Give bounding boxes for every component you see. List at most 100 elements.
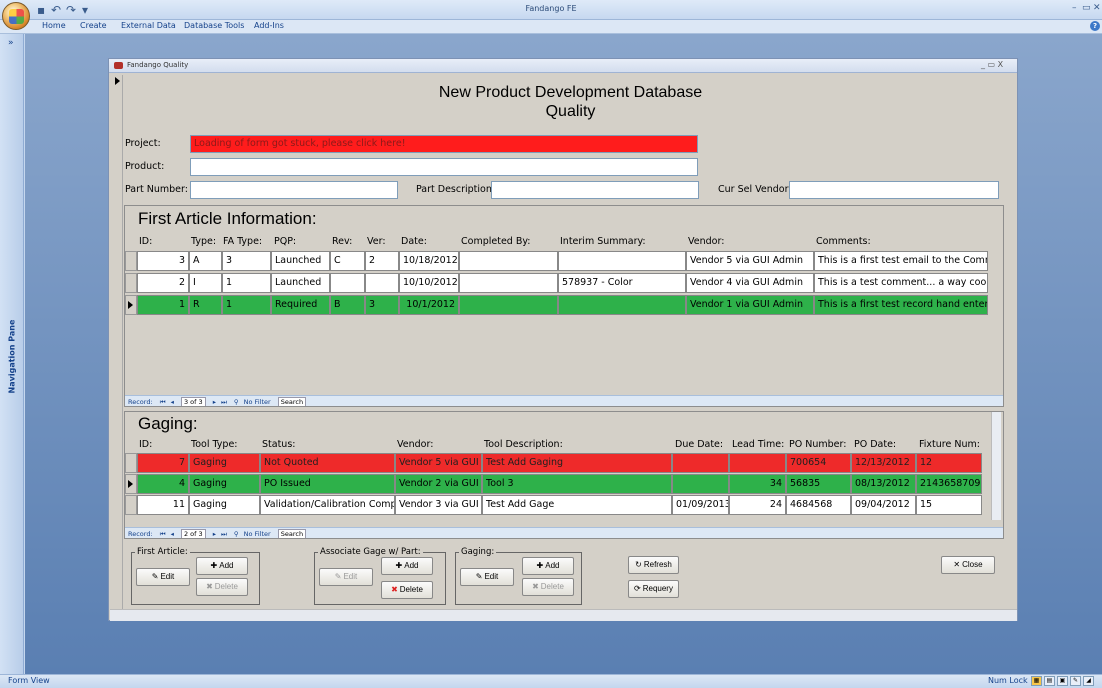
gaging-edit-button[interactable]: ✎ Edit <box>460 568 514 586</box>
record-position[interactable]: 3 of 3 <box>180 397 206 406</box>
assoc-delete-button[interactable]: ✖ Delete <box>381 581 433 599</box>
part-description-field[interactable] <box>491 181 699 199</box>
fa-cell-date[interactable]: 10/1/2012 <box>399 295 459 315</box>
filter-icon[interactable]: ⚲ <box>234 398 239 406</box>
fa-cell-fa-type[interactable]: 3 <box>222 251 271 271</box>
gaging-scrollbar[interactable] <box>991 412 1001 520</box>
fa-cell-date[interactable]: 10/10/2012 <box>399 273 459 293</box>
form-horizontal-scrollbar[interactable] <box>110 609 1017 621</box>
product-field[interactable] <box>190 158 698 176</box>
close-button[interactable]: ✕ Close <box>941 556 995 574</box>
fa-add-button[interactable]: ✚ Add <box>196 557 248 575</box>
g-cell-fixture[interactable]: 2143658709 <box>916 474 982 494</box>
fa-cell-completed-by[interactable] <box>459 273 558 293</box>
fa-cell-ver[interactable] <box>365 273 399 293</box>
fa-cell-id[interactable]: 2 <box>137 273 189 293</box>
part-number-field[interactable] <box>190 181 398 199</box>
g-cell-vendor[interactable]: Vendor 5 via GUI Admin <box>395 453 482 473</box>
fa-cell-comments[interactable]: This is a first test record hand entere <box>814 295 988 315</box>
prev-record-icon[interactable]: ◂ <box>171 530 174 538</box>
g-cell-due-date[interactable] <box>672 474 729 494</box>
g-cell-id[interactable]: 11 <box>137 495 189 515</box>
fa-cell-id[interactable]: 1 <box>137 295 189 315</box>
fa-cell-completed-by[interactable] <box>459 295 558 315</box>
gaging-add-button[interactable]: ✚ Add <box>522 557 574 575</box>
office-button[interactable] <box>2 2 30 30</box>
g-cell-description[interactable]: Test Add Gage <box>482 495 672 515</box>
table-row[interactable]: 1 R 1 Required B 3 10/1/2012 Vendor 1 vi… <box>125 295 990 315</box>
expand-nav-icon[interactable]: » <box>8 38 14 48</box>
table-row[interactable]: 7 Gaging Not Quoted Vendor 5 via GUI Adm… <box>125 453 983 473</box>
fa-cell-type[interactable]: I <box>189 273 222 293</box>
row-selector[interactable] <box>125 273 137 293</box>
tab-add-ins[interactable]: Add-Ins <box>254 21 284 30</box>
last-record-icon[interactable]: ⏭ <box>221 398 227 406</box>
g-cell-vendor[interactable]: Vendor 2 via GUI Admin <box>395 474 482 494</box>
g-cell-po-date[interactable]: 09/04/2012 <box>851 495 916 515</box>
row-selector[interactable] <box>125 251 137 271</box>
fa-cell-type[interactable]: A <box>189 251 222 271</box>
fa-cell-type[interactable]: R <box>189 295 222 315</box>
row-selector[interactable] <box>125 495 137 515</box>
record-selector[interactable] <box>113 75 123 609</box>
fa-cell-pqp[interactable]: Required <box>271 295 330 315</box>
fa-cell-vendor[interactable]: Vendor 1 via GUI Admin <box>686 295 814 315</box>
g-cell-due-date[interactable] <box>672 453 729 473</box>
cur-sel-vendor-field[interactable] <box>789 181 999 199</box>
row-selector[interactable] <box>125 453 137 473</box>
tab-home[interactable]: Home <box>42 21 66 30</box>
filter-status[interactable]: No Filter <box>244 530 271 538</box>
datasheet-view-icon[interactable]: ▤ <box>1044 676 1055 686</box>
g-cell-po-number[interactable]: 56835 <box>786 474 851 494</box>
g-cell-description[interactable]: Tool 3 <box>482 474 672 494</box>
fa-cell-rev[interactable] <box>330 273 365 293</box>
tab-create[interactable]: Create <box>80 21 107 30</box>
g-cell-status[interactable]: PO Issued <box>260 474 395 494</box>
fa-cell-fa-type[interactable]: 1 <box>222 273 271 293</box>
fa-cell-interim[interactable] <box>558 295 686 315</box>
row-selector[interactable] <box>125 295 137 315</box>
record-position[interactable]: 2 of 3 <box>180 529 206 538</box>
fa-cell-rev[interactable]: B <box>330 295 365 315</box>
restore-icon[interactable]: ▭ <box>1082 3 1091 13</box>
filter-icon[interactable]: ⚲ <box>234 530 239 538</box>
prev-record-icon[interactable]: ◂ <box>171 398 174 406</box>
form-window-controls[interactable]: _ ▭ X <box>981 60 1003 69</box>
resize-grip-icon[interactable]: ◢ <box>1083 676 1094 686</box>
next-record-icon[interactable]: ▸ <box>213 530 216 538</box>
g-cell-due-date[interactable]: 01/09/2013 <box>672 495 729 515</box>
search-input[interactable]: Search <box>277 529 307 538</box>
g-cell-description[interactable]: Test Add Gaging <box>482 453 672 473</box>
fa-cell-ver[interactable]: 3 <box>365 295 399 315</box>
search-input[interactable]: Search <box>277 397 307 406</box>
g-cell-lead-time[interactable] <box>729 453 786 473</box>
g-cell-fixture[interactable]: 12 <box>916 453 982 473</box>
fa-cell-pqp[interactable]: Launched <box>271 251 330 271</box>
fa-cell-id[interactable]: 3 <box>137 251 189 271</box>
g-cell-lead-time[interactable]: 24 <box>729 495 786 515</box>
g-cell-po-number[interactable]: 4684568 <box>786 495 851 515</box>
g-cell-id[interactable]: 4 <box>137 474 189 494</box>
g-cell-po-number[interactable]: 700654 <box>786 453 851 473</box>
g-cell-id[interactable]: 7 <box>137 453 189 473</box>
assoc-edit-button[interactable]: ✎ Edit <box>319 568 373 586</box>
fa-cell-rev[interactable]: C <box>330 251 365 271</box>
gaging-delete-button[interactable]: ✖ Delete <box>522 578 574 596</box>
fa-cell-interim[interactable] <box>558 251 686 271</box>
table-row[interactable]: 4 Gaging PO Issued Vendor 2 via GUI Admi… <box>125 474 983 494</box>
fa-cell-comments[interactable]: This is a test comment... a way cool <box>814 273 988 293</box>
filter-status[interactable]: No Filter <box>244 398 271 406</box>
tab-database-tools[interactable]: Database Tools <box>184 21 244 30</box>
fa-cell-interim[interactable]: 578937 - Color <box>558 273 686 293</box>
project-field[interactable]: Loading of form got stuck, please click … <box>190 135 698 153</box>
fa-cell-pqp[interactable]: Launched <box>271 273 330 293</box>
g-cell-status[interactable]: Validation/Calibration Complete <box>260 495 395 515</box>
row-selector[interactable] <box>125 474 137 494</box>
g-cell-tool-type[interactable]: Gaging <box>189 474 260 494</box>
fa-cell-vendor[interactable]: Vendor 4 via GUI Admin <box>686 273 814 293</box>
table-row[interactable]: 3 A 3 Launched C 2 10/18/2012 Vendor 5 v… <box>125 251 990 271</box>
fa-cell-comments[interactable]: This is a first test email to the Comm <box>814 251 988 271</box>
g-cell-status[interactable]: Not Quoted <box>260 453 395 473</box>
first-record-icon[interactable]: ⏮ <box>160 398 166 406</box>
fa-cell-vendor[interactable]: Vendor 5 via GUI Admin <box>686 251 814 271</box>
